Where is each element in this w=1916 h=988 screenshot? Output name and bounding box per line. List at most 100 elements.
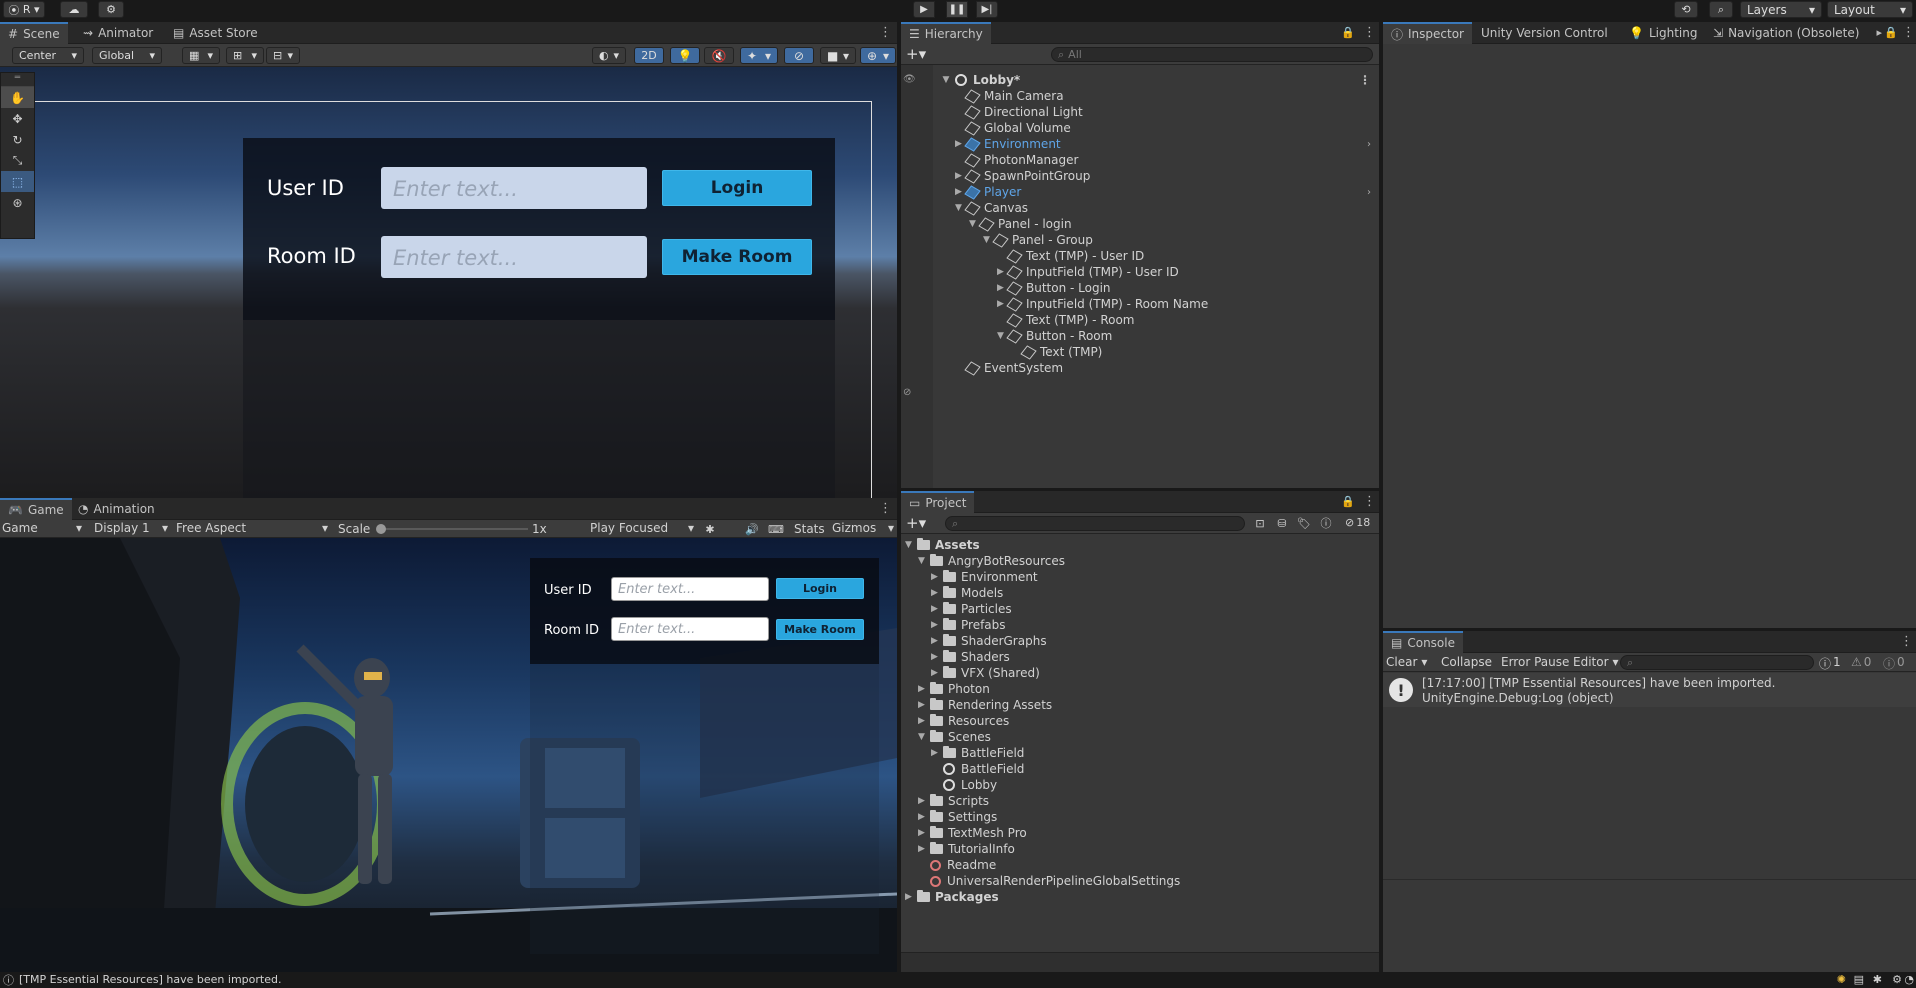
tab-hierarchy[interactable]: ☰ Hierarchy	[901, 22, 991, 44]
project-item[interactable]: ▼ AngryBotResources	[918, 553, 1065, 569]
audio-icon[interactable]: 🔊	[742, 521, 762, 537]
project-item[interactable]: ▶ Resources	[918, 713, 1009, 729]
cache-icon[interactable]: ◔	[1904, 973, 1914, 986]
tab-scene[interactable]: # Scene	[0, 22, 68, 44]
layout-dropdown[interactable]: Layout ▾	[1827, 1, 1913, 18]
transform-tool-icon[interactable]: ⊛	[1, 192, 34, 213]
expand-arrow-icon[interactable]: ▶	[931, 604, 943, 614]
project-item[interactable]: ▶ TutorialInfo	[918, 841, 1015, 857]
toggle-2d-button[interactable]: 2D	[634, 47, 664, 64]
expand-arrow-icon[interactable]: ▶	[931, 652, 943, 662]
project-item[interactable]: ▶ Settings	[918, 809, 997, 825]
play-mode-dropdown[interactable]: Play Focused ▾	[590, 521, 694, 537]
settings-icon[interactable]: ⚙	[1892, 973, 1902, 986]
hidden-packages-toggle[interactable]: ⊘ 18	[1345, 516, 1370, 529]
room-id-input[interactable]: Enter text...	[381, 236, 647, 278]
expand-arrow-icon[interactable]: ▶	[918, 844, 930, 854]
hidden-eye-icon[interactable]: ⊘	[903, 387, 911, 398]
expand-arrow-icon[interactable]: ▶	[918, 828, 930, 838]
tab-animation[interactable]: ◔ Animation	[70, 498, 163, 520]
user-id-input[interactable]: Enter text...	[381, 167, 647, 209]
search-button[interactable]: ⌕	[1709, 1, 1733, 18]
expand-arrow-icon[interactable]: ▶	[918, 700, 930, 710]
history-button[interactable]: ⟲	[1674, 1, 1698, 18]
more-options-icon[interactable]: ⋮	[879, 502, 892, 516]
hand-tool-icon[interactable]: ✋	[1, 87, 34, 108]
hierarchy-item[interactable]: ▼ Canvas	[955, 200, 1371, 216]
display-dropdown[interactable]: Display 1 ▾	[94, 521, 168, 537]
tab-version-control[interactable]: Unity Version Control	[1473, 22, 1616, 44]
view-dropdown[interactable]: Game ▾	[0, 521, 84, 537]
project-item[interactable]: UniversalRenderPipelineGlobalSettings	[918, 873, 1180, 889]
network-icon[interactable]: ▤	[1854, 973, 1864, 986]
create-button[interactable]: +▾	[906, 514, 932, 532]
project-search-input[interactable]: ⌕	[945, 516, 1245, 531]
project-item[interactable]: ▶ VFX (Shared)	[931, 665, 1040, 681]
tab-game[interactable]: 🎮 Game	[0, 498, 72, 520]
space-dropdown[interactable]: Global ▾	[92, 47, 162, 64]
rect-tool-icon[interactable]: ⬚	[1, 171, 34, 192]
hierarchy-item[interactable]: Global Volume	[955, 120, 1371, 136]
pause-button[interactable]: ❚❚	[946, 1, 968, 18]
status-message[interactable]: [TMP Essential Resources] have been impo…	[19, 973, 281, 986]
more-options-icon[interactable]: ⋮	[1902, 26, 1915, 40]
project-item[interactable]: ▼ Assets	[905, 537, 980, 553]
pivot-dropdown[interactable]: Center ▾	[12, 47, 84, 64]
open-prefab-icon[interactable]: ›	[1367, 139, 1371, 150]
project-item[interactable]: ▶ TextMesh Pro	[918, 825, 1027, 841]
warning-filter-icon[interactable]: ⓘ	[1317, 515, 1335, 531]
expand-arrow-icon[interactable]: ▶	[918, 684, 930, 694]
project-item[interactable]: ▼ Scenes	[918, 729, 991, 745]
project-item[interactable]: ▶ BattleField	[931, 745, 1024, 761]
console-entry[interactable]: ! [17:17:00] [TMP Essential Resources] h…	[1383, 673, 1916, 707]
expand-arrow-icon[interactable]: ▼	[918, 556, 930, 566]
project-item[interactable]: ▶ Particles	[931, 601, 1012, 617]
make-room-button[interactable]: Make Room	[662, 239, 812, 275]
project-item[interactable]: Readme	[918, 857, 996, 873]
console-splitter[interactable]	[1383, 879, 1916, 880]
expand-arrow-icon[interactable]: ▶	[931, 748, 943, 758]
hierarchy-item[interactable]: Main Camera	[955, 88, 1371, 104]
hierarchy-item[interactable]: ▼ Button - Room	[997, 328, 1371, 344]
increment-dropdown[interactable]: ⊟ ▾	[266, 47, 300, 64]
scene-viewport[interactable]: User ID Enter text... Login Room ID Ente…	[0, 67, 897, 498]
play-button[interactable]: ▶	[913, 1, 935, 18]
project-item[interactable]: ▶ Prefabs	[931, 617, 1006, 633]
bug-icon[interactable]: ✱	[700, 521, 720, 537]
step-button[interactable]: ▶|	[976, 1, 998, 18]
scale-tool-icon[interactable]: ⤡	[1, 150, 34, 171]
hierarchy-item[interactable]: ▶ InputField (TMP) - User ID	[997, 264, 1371, 280]
hierarchy-item[interactable]: Text (TMP) - Room	[997, 312, 1371, 328]
project-item[interactable]: ▶ Rendering Assets	[918, 697, 1052, 713]
shading-dropdown[interactable]: ◐ ▾	[592, 47, 626, 64]
layers-dropdown[interactable]: Layers ▾	[1740, 1, 1822, 18]
scale-slider-thumb[interactable]	[376, 524, 386, 534]
project-item[interactable]: ▶ Shaders	[931, 649, 1010, 665]
gizmos-dropdown[interactable]: ⊕ ▾	[860, 47, 896, 64]
stats-button[interactable]: Stats	[794, 522, 825, 536]
account-button[interactable]: ⦿ R ▾	[3, 1, 45, 18]
more-options-icon[interactable]: ⋮	[1359, 73, 1371, 87]
snap-dropdown[interactable]: ⊞ ▾	[226, 47, 264, 64]
expand-arrow-icon[interactable]: ▶	[918, 812, 930, 822]
gizmos-dropdown[interactable]: Gizmos ▾	[832, 521, 894, 537]
login-button[interactable]: Login	[662, 170, 812, 206]
error-count-toggle[interactable]: ⓘ 0	[1883, 655, 1905, 672]
more-options-icon[interactable]: ⋮	[1900, 635, 1913, 649]
hierarchy-item[interactable]: ▼ Panel - login	[969, 216, 1371, 232]
collapse-arrow-icon[interactable]: ▼	[941, 75, 951, 85]
console-search-input[interactable]: ⌕	[1620, 655, 1814, 670]
keyboard-icon[interactable]: ⌨	[766, 521, 786, 537]
expand-arrow-icon[interactable]: ▶	[931, 668, 943, 678]
expand-arrow-icon[interactable]: ▶	[918, 796, 930, 806]
debug-icon[interactable]: ✱	[1873, 973, 1882, 986]
tab-animator[interactable]: ⇝ Animator	[75, 22, 161, 44]
filter-type-icon[interactable]: ⛁	[1273, 515, 1291, 531]
create-button[interactable]: +▾	[906, 45, 932, 63]
tab-navigation[interactable]: ⇲ Navigation (Obsolete)	[1705, 22, 1867, 44]
project-item[interactable]: ▶ Models	[931, 585, 1003, 601]
tab-project[interactable]: ▭ Project	[901, 491, 975, 513]
audio-toggle[interactable]: 🔇	[704, 47, 734, 64]
visibility-toggle[interactable]: ⊘	[784, 47, 814, 64]
lighting-toggle[interactable]: 💡	[670, 47, 700, 64]
